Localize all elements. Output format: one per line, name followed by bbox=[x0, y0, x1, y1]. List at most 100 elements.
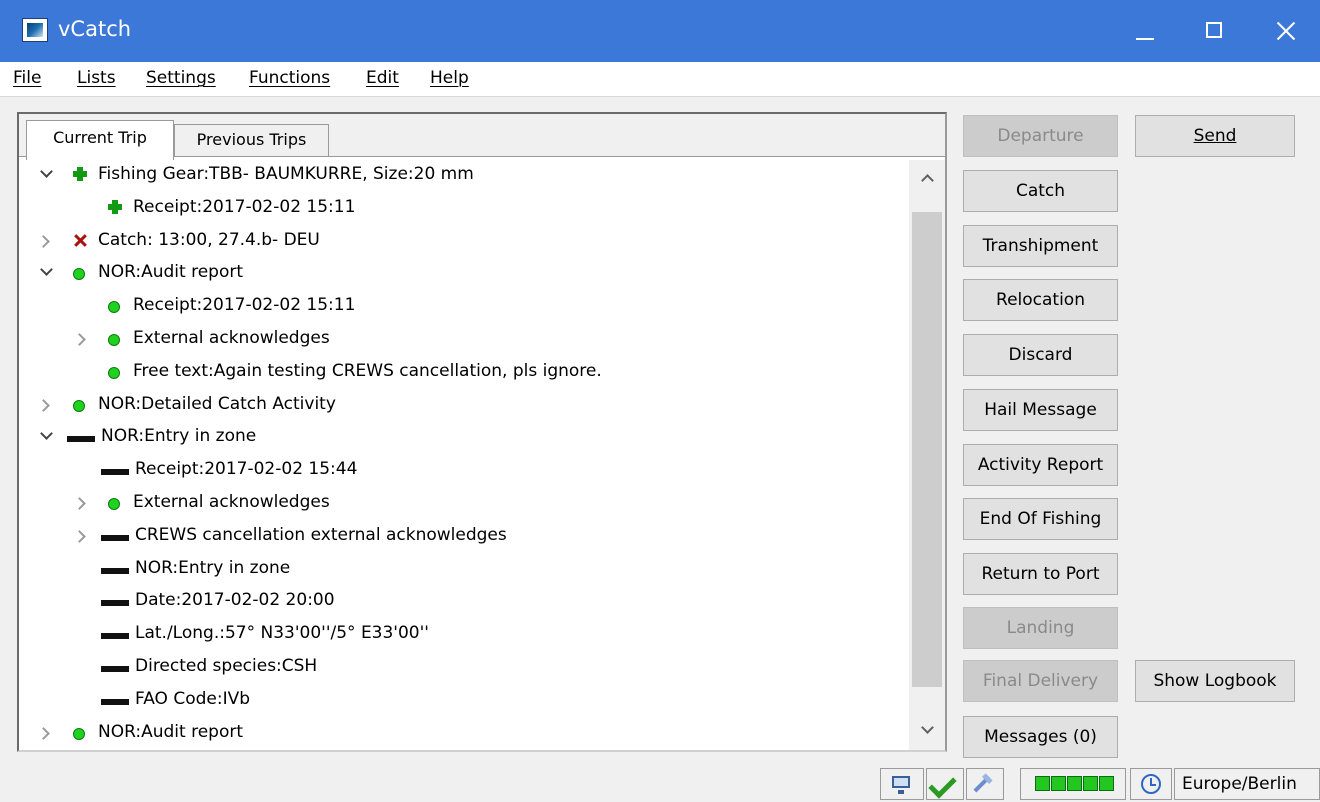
tab-previous-trips[interactable]: Previous Trips bbox=[174, 124, 329, 156]
app-icon bbox=[22, 18, 48, 42]
signal-bar-icon bbox=[1035, 776, 1050, 791]
tree-row-label: NOR:Detailed Catch Activity bbox=[98, 393, 336, 414]
signal-bar-icon bbox=[1051, 776, 1066, 791]
dash-icon bbox=[101, 534, 129, 541]
return-to-port-button[interactable]: Return to Port bbox=[963, 553, 1118, 595]
computer-icon bbox=[892, 776, 910, 794]
tree-row-label: NOR:Audit report bbox=[98, 262, 244, 283]
tree-row-label: External acknowledges bbox=[133, 492, 330, 512]
chevron-right-icon[interactable] bbox=[39, 722, 53, 742]
scroll-up-arrow-icon[interactable] bbox=[909, 160, 945, 196]
tree-row[interactable]: Fishing Gear:TBB- BAUMKURRE, Size:20 mm bbox=[19, 160, 909, 193]
green-dot-icon bbox=[73, 268, 85, 281]
show-logbook-button[interactable]: Show Logbook bbox=[1135, 660, 1295, 702]
chevron-right-icon[interactable] bbox=[75, 492, 89, 512]
tree-row[interactable]: Directed species:CSH bbox=[19, 652, 909, 685]
tree-row-label: NOR:Entry in zone bbox=[135, 557, 291, 578]
tree-row[interactable]: Receipt:2017-02-02 15:11 bbox=[19, 193, 909, 226]
checkmark-icon bbox=[928, 770, 957, 799]
green-dot-icon bbox=[73, 727, 85, 740]
menu-functions[interactable]: Functions bbox=[249, 68, 330, 88]
final-delivery-button[interactable]: Final Delivery bbox=[963, 660, 1118, 702]
activity-report-button[interactable]: Activity Report bbox=[963, 444, 1118, 486]
menu-edit[interactable]: Edit bbox=[366, 68, 399, 88]
tree-row-label: Directed species:CSH bbox=[135, 656, 318, 676]
status-plug bbox=[966, 768, 1004, 800]
maximize-button[interactable] bbox=[1180, 0, 1250, 62]
chevron-down-icon[interactable] bbox=[39, 262, 53, 282]
tab-strip: Current Trip Previous Trips bbox=[19, 114, 945, 160]
dash-icon bbox=[101, 666, 129, 672]
tree-row[interactable]: External acknowledges bbox=[19, 488, 909, 521]
departure-button[interactable]: Departure bbox=[963, 115, 1118, 157]
end-of-fishing-button[interactable]: End Of Fishing bbox=[963, 498, 1118, 540]
landing-button[interactable]: Landing bbox=[963, 607, 1118, 649]
tree-row[interactable]: CREWS cancellation external acknowledges bbox=[19, 521, 909, 554]
chevron-right-icon[interactable] bbox=[75, 328, 89, 348]
tree-row[interactable]: Free text:Again testing CREWS cancellati… bbox=[19, 357, 909, 390]
tree-row-label: FAO Code:IVb bbox=[135, 688, 251, 709]
hail-message-button[interactable]: Hail Message bbox=[963, 389, 1118, 431]
signal-strength-indicator bbox=[1020, 768, 1126, 800]
tree-row[interactable]: NOR:Entry in zone bbox=[19, 554, 909, 587]
plug-icon bbox=[973, 775, 991, 793]
plus-icon bbox=[73, 167, 87, 181]
tree-row-label: NOR:Audit report bbox=[98, 721, 244, 742]
dash-icon bbox=[101, 633, 129, 640]
menu-file[interactable]: File bbox=[13, 68, 41, 88]
tree-row[interactable]: NOR:Entry in zone bbox=[19, 422, 909, 455]
menu-lists[interactable]: Lists bbox=[77, 68, 116, 88]
close-button[interactable] bbox=[1250, 0, 1320, 62]
tree-row-label: Receipt:2017-02-02 15:44 bbox=[135, 459, 358, 480]
scroll-down-arrow-icon[interactable] bbox=[909, 714, 945, 750]
tree-row[interactable]: NOR:Audit report bbox=[19, 258, 909, 291]
chevron-right-icon[interactable] bbox=[75, 525, 89, 545]
tree-row[interactable]: NOR:Audit report bbox=[19, 718, 909, 751]
signal-bar-icon bbox=[1067, 776, 1082, 791]
tree-row-label: Receipt:2017-02-02 15:11 bbox=[133, 196, 356, 217]
trip-panel: Current Trip Previous Trips Fishing Gear… bbox=[17, 112, 947, 752]
catch-button[interactable]: Catch bbox=[963, 170, 1118, 212]
status-computer bbox=[880, 768, 924, 800]
status-bar: Europe/Berlin bbox=[0, 762, 1320, 802]
send-button[interactable]: Send bbox=[1135, 115, 1295, 157]
tree-row[interactable]: FAO Code:IVb bbox=[19, 685, 909, 718]
transhipment-button[interactable]: Transhipment bbox=[963, 225, 1118, 267]
tree-row-label: Lat./Long.:57° N33'00''/5° E33'00'' bbox=[135, 623, 429, 644]
chevron-down-icon[interactable] bbox=[39, 426, 53, 446]
tree-row[interactable]: NOR:Detailed Catch Activity bbox=[19, 390, 909, 423]
tree-row[interactable]: Receipt:2017-02-02 15:44 bbox=[19, 455, 909, 488]
send-label: Send bbox=[1193, 126, 1237, 146]
discard-button[interactable]: Discard bbox=[963, 334, 1118, 376]
messages-button[interactable]: Messages (0) bbox=[963, 716, 1118, 758]
signal-bar-icon bbox=[1099, 776, 1114, 791]
chevron-down-icon[interactable] bbox=[39, 164, 53, 184]
tree-row-label: CREWS cancellation external acknowledges bbox=[135, 524, 507, 545]
tree-row-label: NOR:Entry in zone bbox=[101, 426, 257, 447]
tree-row-label: Date:2017-02-02 20:00 bbox=[135, 590, 335, 611]
green-dot-icon bbox=[108, 498, 120, 510]
timezone-label: Europe/Berlin bbox=[1174, 768, 1320, 800]
menu-settings[interactable]: Settings bbox=[146, 68, 216, 88]
dash-icon bbox=[101, 469, 129, 476]
chevron-right-icon[interactable] bbox=[39, 394, 53, 414]
title-bar[interactable]: vCatch bbox=[0, 0, 1320, 62]
scrollbar-thumb[interactable] bbox=[912, 212, 942, 687]
dash-icon bbox=[101, 698, 129, 705]
relocation-button[interactable]: Relocation bbox=[963, 279, 1118, 321]
minimize-button[interactable] bbox=[1110, 0, 1180, 62]
plus-icon bbox=[108, 199, 122, 214]
trip-tree[interactable]: Fishing Gear:TBB- BAUMKURRE, Size:20 mm R… bbox=[19, 160, 909, 750]
green-dot-icon bbox=[108, 334, 120, 346]
tree-row-label: Free text:Again testing CREWS cancellati… bbox=[133, 360, 602, 381]
tree-row[interactable]: External acknowledges bbox=[19, 324, 909, 357]
tree-row[interactable]: Lat./Long.:57° N33'00''/5° E33'00'' bbox=[19, 619, 909, 652]
menu-bar: File Lists Settings Functions Edit Help bbox=[0, 62, 1320, 97]
tab-current-trip[interactable]: Current Trip bbox=[26, 120, 174, 160]
vertical-scrollbar[interactable] bbox=[909, 160, 945, 750]
tree-row[interactable]: Catch: 13:00, 27.4.b- DEU bbox=[19, 226, 909, 259]
tree-row[interactable]: Date:2017-02-02 20:00 bbox=[19, 586, 909, 619]
chevron-right-icon[interactable] bbox=[39, 230, 53, 250]
tree-row[interactable]: Receipt:2017-02-02 15:11 bbox=[19, 291, 909, 324]
menu-help[interactable]: Help bbox=[430, 68, 469, 88]
